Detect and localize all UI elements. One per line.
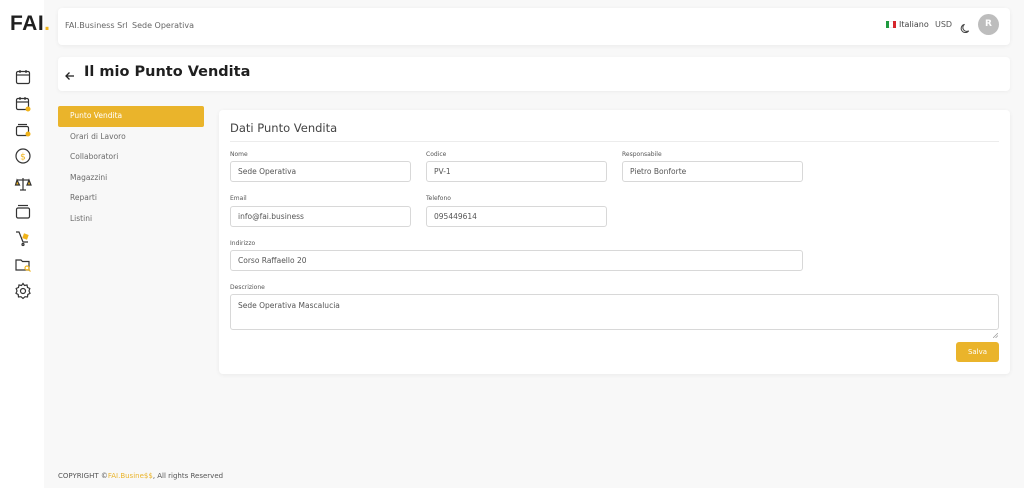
cart-icon[interactable] [14, 229, 32, 247]
location-name[interactable]: Sede Operativa [132, 21, 194, 30]
footer: COPYRIGHT ©FAI.Busine$$, All rights Rese… [58, 472, 223, 480]
nome-label: Nome [230, 151, 248, 158]
email-label: Email [230, 195, 247, 202]
page-title: Il mio Punto Vendita [84, 64, 251, 80]
copyright-suffix: , All rights Reserved [152, 472, 224, 480]
scale-icon[interactable] [14, 175, 32, 193]
folder-search-icon[interactable] [14, 256, 32, 274]
save-button[interactable]: Salva [956, 342, 999, 362]
section-menu: Punto Vendita Orari di Lavoro Collaborat… [58, 106, 204, 229]
descrizione-label: Descrizione [230, 284, 265, 291]
descrizione-field[interactable]: Sede Operativa Mascalucia [230, 294, 999, 330]
email-field[interactable] [230, 206, 411, 227]
cards-icon[interactable] [14, 202, 32, 220]
indirizzo-label: Indirizzo [230, 240, 256, 247]
svg-text:$: $ [20, 153, 26, 163]
responsabile-field[interactable] [622, 161, 803, 182]
wallet-icon[interactable] [14, 121, 32, 139]
calendar-icon[interactable] [14, 68, 32, 86]
sidebar-rail: FAI. $ [0, 0, 50, 488]
back-arrow-icon[interactable] [64, 67, 76, 80]
logo-dot: . [44, 12, 51, 35]
menu-item-punto-vendita[interactable]: Punto Vendita [58, 106, 204, 127]
nome-field[interactable] [230, 161, 411, 182]
telefono-field[interactable] [426, 206, 607, 227]
codice-field[interactable] [426, 161, 607, 182]
italy-flag-icon [886, 21, 896, 28]
footer-brand-link[interactable]: FAI.Busine$$ [108, 472, 153, 480]
responsabile-label: Responsabile [622, 151, 662, 158]
company-name[interactable]: FAI.Business Srl [65, 21, 128, 30]
avatar[interactable]: R [978, 14, 999, 35]
language-label: Italiano [899, 20, 929, 29]
settings-icon[interactable] [14, 282, 32, 300]
dark-mode-icon[interactable] [960, 19, 971, 33]
indirizzo-field[interactable] [230, 250, 803, 271]
card-title: Dati Punto Vendita [230, 121, 338, 135]
page-header: Il mio Punto Vendita [58, 57, 1010, 91]
menu-item-orari-di-lavoro[interactable]: Orari di Lavoro [58, 127, 204, 148]
menu-item-magazzini[interactable]: Magazzini [58, 168, 204, 189]
logo-text: FAI [10, 12, 45, 35]
menu-item-collaboratori[interactable]: Collaboratori [58, 147, 204, 168]
menu-item-reparti[interactable]: Reparti [58, 188, 204, 209]
top-bar: FAI.Business Srl Sede Operativa Italiano… [58, 8, 1010, 45]
divider [230, 141, 999, 142]
copyright-prefix: COPYRIGHT © [58, 472, 108, 480]
menu-item-listini[interactable]: Listini [58, 209, 204, 230]
dollar-icon[interactable]: $ [14, 147, 32, 165]
calendar-user-icon[interactable] [14, 95, 32, 113]
currency-selector[interactable]: USD [935, 20, 952, 29]
language-selector[interactable]: Italiano [886, 20, 929, 29]
telefono-label: Telefono [426, 195, 451, 202]
app-logo[interactable]: FAI. [10, 12, 51, 36]
codice-label: Codice [426, 151, 447, 158]
store-data-card: Dati Punto Vendita Nome Codice Responsab… [219, 110, 1010, 374]
resize-handle-icon[interactable] [992, 323, 999, 339]
